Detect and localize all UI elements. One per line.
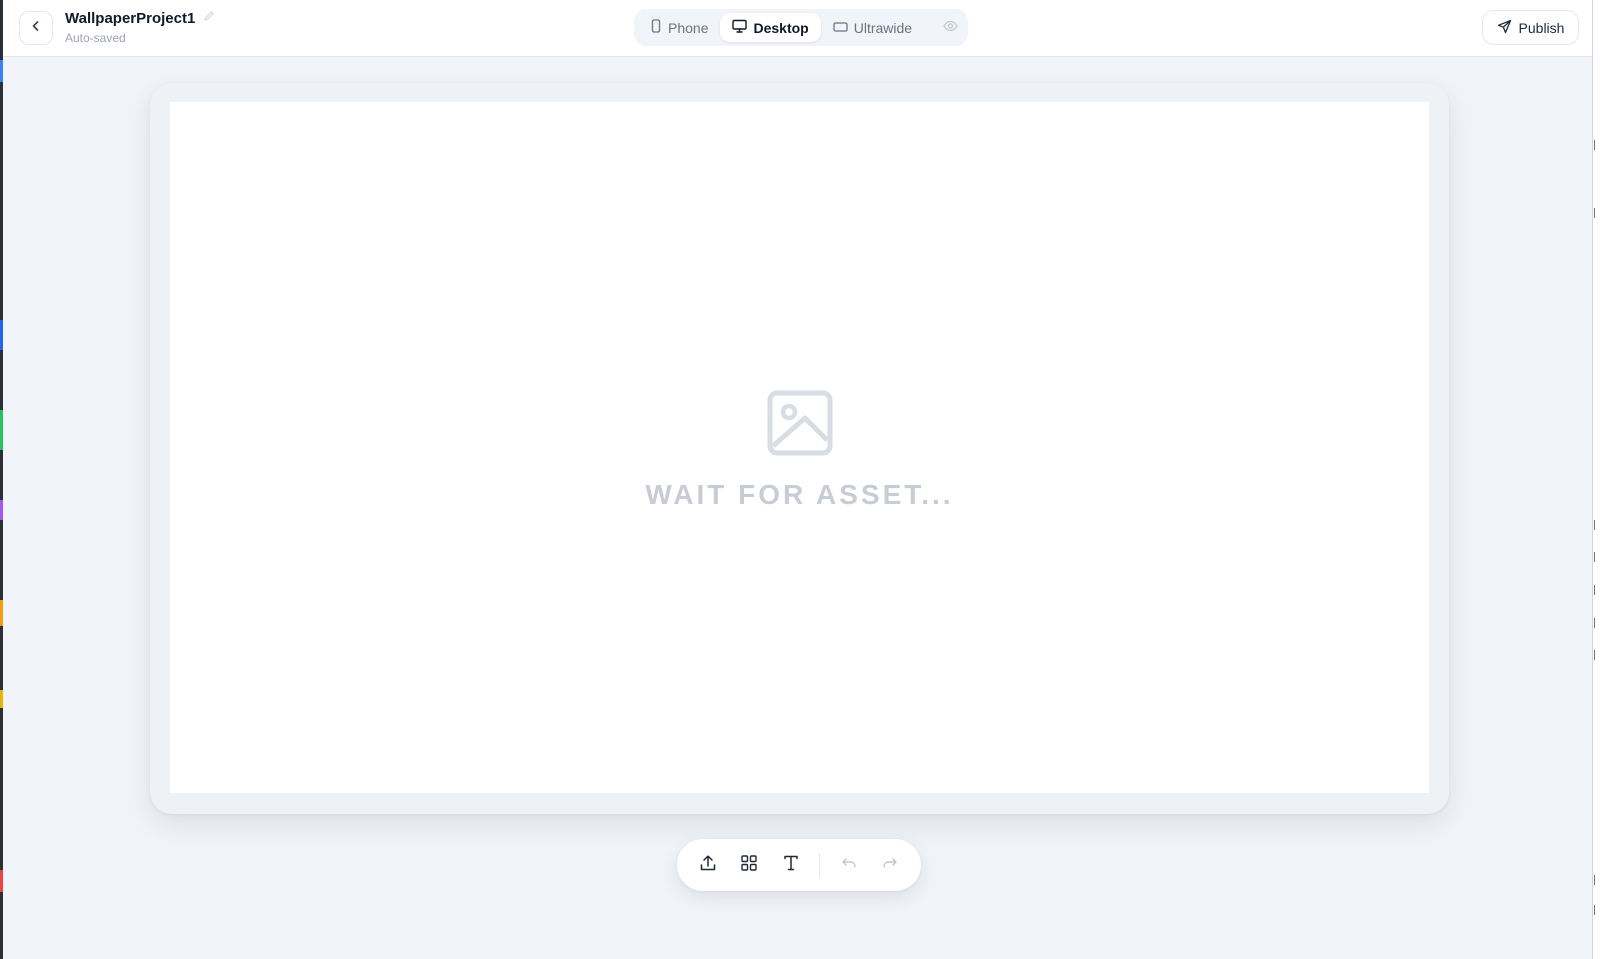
tab-desktop-label: Desktop: [753, 19, 809, 36]
project-title[interactable]: WallpaperProject1: [65, 10, 195, 27]
tab-phone[interactable]: Phone: [638, 13, 720, 42]
upload-button[interactable]: [687, 845, 728, 885]
eye-icon: [943, 19, 958, 37]
upload-icon: [699, 854, 717, 877]
image-icon: [767, 390, 833, 461]
wallpaper-canvas[interactable]: WAIT FOR ASSET...: [170, 102, 1429, 793]
publish-label: Publish: [1518, 19, 1565, 36]
device-frame: WAIT FOR ASSET...: [150, 83, 1449, 814]
monitor-icon: [732, 19, 748, 36]
ultrawide-icon: [833, 20, 848, 36]
asset-placeholder: WAIT FOR ASSET...: [170, 390, 1429, 511]
save-status: Auto-saved: [65, 31, 126, 45]
tab-desktop[interactable]: Desktop: [720, 13, 821, 42]
toolbar-divider: [819, 853, 821, 877]
project-title-group: WallpaperProject1 Auto-saved: [65, 9, 215, 45]
tab-ultrawide-label: Ultrawide: [853, 19, 913, 36]
tab-ultrawide[interactable]: Ultrawide: [821, 13, 924, 42]
window-right-edge: [1592, 0, 1600, 959]
bottom-toolbar: [677, 839, 921, 891]
publish-button[interactable]: Publish: [1482, 10, 1579, 45]
redo-button[interactable]: [870, 845, 911, 885]
text-button[interactable]: [770, 845, 811, 885]
phone-icon: [650, 19, 662, 36]
grid-icon: [740, 854, 758, 877]
undo-button[interactable]: [828, 845, 869, 885]
app-window: WallpaperProject1 Auto-saved Phone Deskt…: [0, 0, 1600, 959]
grid-button[interactable]: [728, 845, 769, 885]
redo-icon: [881, 854, 899, 877]
pencil-icon[interactable]: [203, 9, 215, 27]
tab-phone-label: Phone: [668, 19, 709, 36]
device-toggle: Phone Desktop Ultrawide: [634, 9, 968, 46]
text-icon: [782, 854, 800, 877]
top-bar: WallpaperProject1 Auto-saved Phone Deskt…: [3, 0, 1592, 57]
window-left-edge: [0, 0, 3, 959]
placeholder-text: WAIT FOR ASSET...: [645, 479, 954, 510]
back-button[interactable]: [19, 11, 53, 45]
preview-button[interactable]: [943, 19, 958, 37]
chevron-left-icon: [29, 19, 43, 38]
send-icon: [1497, 19, 1512, 37]
undo-icon: [840, 854, 858, 877]
